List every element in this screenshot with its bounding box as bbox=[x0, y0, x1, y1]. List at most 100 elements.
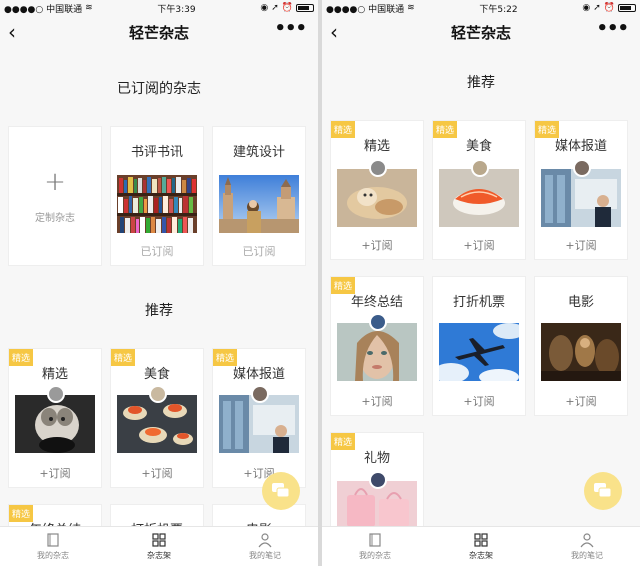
avatar bbox=[251, 385, 269, 403]
page-title: 轻芒杂志 bbox=[450, 23, 511, 42]
more-icon[interactable]: ••• bbox=[274, 18, 307, 39]
tab-label: 杂志架 bbox=[147, 551, 171, 560]
tab-label: 我的杂志 bbox=[359, 551, 391, 560]
tab-label: 我的杂志 bbox=[37, 551, 69, 560]
back-icon[interactable]: ‹ bbox=[8, 20, 16, 44]
magazine-card-movies[interactable]: 电影 +订阅 bbox=[534, 276, 628, 416]
avatar bbox=[369, 471, 387, 489]
chat-bubble-icon[interactable] bbox=[584, 472, 622, 510]
subscribe-button[interactable]: +订阅 bbox=[111, 465, 203, 481]
cat-image bbox=[337, 169, 417, 227]
magazine-card-book-review[interactable]: 书评书讯 已订阅 bbox=[110, 126, 204, 266]
card-title: 精选 bbox=[363, 139, 390, 154]
wifi-icon: ≋ bbox=[407, 3, 415, 13]
magazine-card-discount-flights[interactable]: 打折机票 +订阅 bbox=[432, 276, 526, 416]
avatar bbox=[369, 159, 387, 177]
subscribe-button[interactable]: +订阅 bbox=[535, 393, 627, 409]
carrier-label: ●●●●○ 中国联通 bbox=[4, 4, 83, 15]
grid-icon bbox=[152, 533, 166, 547]
magazine-card-food[interactable]: 精选 美食 +订阅 bbox=[432, 120, 526, 260]
card-title: 建筑设计 bbox=[232, 145, 285, 160]
avatar bbox=[149, 385, 167, 403]
magazine-card-year-summary[interactable]: 精选 年终总结 +订阅 bbox=[330, 276, 424, 416]
custom-magazine-label: 定制杂志 bbox=[35, 213, 75, 224]
architecture-image bbox=[219, 175, 299, 233]
alarm-icon: ⏰ bbox=[281, 3, 293, 13]
back-icon[interactable]: ‹ bbox=[330, 20, 338, 44]
bookshelf-image bbox=[117, 175, 197, 233]
food-image bbox=[117, 395, 197, 453]
status-time: 下午3:39 bbox=[157, 4, 196, 15]
battery-icon bbox=[618, 4, 636, 12]
magazine-card-featured[interactable]: 精选 精选 +订阅 bbox=[330, 120, 424, 260]
more-icon[interactable]: ••• bbox=[596, 18, 629, 39]
subscribe-button[interactable]: +订阅 bbox=[433, 237, 525, 253]
nav-bar: ‹ 轻芒杂志 ••• bbox=[322, 16, 640, 48]
carrier-label: ●●●●○ 中国联通 bbox=[326, 4, 405, 15]
left-phone-screen: ●●●●○ 中国联通 ≋ 下午3:39 ◉ ➚ ⏰ ‹ 轻芒杂志 ••• 已订阅… bbox=[0, 0, 318, 566]
card-title: 年终总结 bbox=[350, 295, 403, 310]
person-icon bbox=[258, 533, 272, 548]
alarm-icon: ⏰ bbox=[603, 3, 615, 13]
recommend-section-title: 推荐 bbox=[145, 303, 173, 319]
subscribe-button[interactable]: +订阅 bbox=[433, 393, 525, 409]
battery-icon bbox=[296, 4, 314, 12]
portrait-image bbox=[337, 323, 417, 381]
tab-my-notes[interactable]: 我的笔记 bbox=[212, 527, 318, 566]
magazine-card-gifts[interactable]: 精选 礼物 bbox=[330, 432, 424, 528]
magazine-card-featured[interactable]: 精选 精选 +订阅 bbox=[8, 348, 102, 488]
tab-my-notes[interactable]: 我的笔记 bbox=[534, 527, 640, 566]
subscribed-label: 已订阅 bbox=[140, 245, 174, 258]
plus-icon: + bbox=[44, 167, 66, 197]
wifi-icon: ≋ bbox=[85, 3, 93, 13]
avatar bbox=[573, 159, 591, 177]
custom-magazine-card[interactable]: + 定制杂志 bbox=[8, 126, 102, 266]
subscribed-label: 已订阅 bbox=[242, 245, 276, 258]
cat-image bbox=[15, 395, 95, 453]
subscribe-button[interactable]: +订阅 bbox=[9, 465, 101, 481]
card-title: 电影 bbox=[567, 295, 594, 310]
tab-label: 我的笔记 bbox=[249, 551, 281, 560]
lock-rotation-icon: ◉ bbox=[260, 3, 269, 13]
tab-my-magazines[interactable]: 我的杂志 bbox=[0, 527, 106, 566]
magazine-card-food[interactable]: 精选 美食 +订阅 bbox=[110, 348, 204, 488]
magazine-card-architecture[interactable]: 建筑设计 已订阅 bbox=[212, 126, 306, 266]
status-bar: ●●●●○ 中国联通 ≋ 下午5:22 ◉ ➚ ⏰ bbox=[322, 0, 640, 16]
status-bar: ●●●●○ 中国联通 ≋ 下午3:39 ◉ ➚ ⏰ bbox=[0, 0, 318, 16]
subscribe-button[interactable]: +订阅 bbox=[331, 393, 423, 409]
salmon-image bbox=[439, 169, 519, 227]
nav-bar: ‹ 轻芒杂志 ••• bbox=[0, 16, 318, 48]
tab-bar: 我的杂志 杂志架 我的笔记 bbox=[0, 526, 318, 566]
tab-label: 杂志架 bbox=[469, 551, 493, 560]
movie-still-image bbox=[541, 323, 621, 381]
tab-my-magazines[interactable]: 我的杂志 bbox=[322, 527, 428, 566]
right-phone-screen: ●●●●○ 中国联通 ≋ 下午5:22 ◉ ➚ ⏰ ‹ 轻芒杂志 ••• 推荐 … bbox=[322, 0, 640, 566]
tab-magazine-rack[interactable]: 杂志架 bbox=[106, 527, 212, 566]
magazine-icon bbox=[47, 533, 59, 547]
lock-rotation-icon: ◉ bbox=[582, 3, 591, 13]
card-title: 美食 bbox=[465, 139, 492, 154]
status-time: 下午5:22 bbox=[479, 4, 518, 15]
media-image bbox=[541, 169, 621, 227]
location-icon: ➚ bbox=[271, 3, 279, 13]
airplane-image bbox=[439, 323, 519, 381]
location-icon: ➚ bbox=[593, 3, 601, 13]
card-title: 精选 bbox=[41, 367, 68, 382]
card-title: 书评书讯 bbox=[130, 145, 183, 160]
magazine-card-media[interactable]: 精选 媒体报道 +订阅 bbox=[212, 348, 306, 488]
card-title: 媒体报道 bbox=[232, 367, 285, 382]
chat-bubble-icon[interactable] bbox=[262, 472, 300, 510]
subscribed-section-title: 已订阅的杂志 bbox=[117, 81, 201, 97]
media-image bbox=[219, 395, 299, 453]
person-icon bbox=[580, 533, 594, 548]
tab-bar: 我的杂志 杂志架 我的笔记 bbox=[322, 526, 640, 566]
avatar bbox=[47, 385, 65, 403]
magazine-card-media[interactable]: 精选 媒体报道 +订阅 bbox=[534, 120, 628, 260]
subscribe-button[interactable]: +订阅 bbox=[331, 237, 423, 253]
tab-magazine-rack[interactable]: 杂志架 bbox=[428, 527, 534, 566]
card-title: 打折机票 bbox=[452, 295, 505, 310]
page-title: 轻芒杂志 bbox=[128, 23, 189, 42]
avatar bbox=[471, 159, 489, 177]
subscribe-button[interactable]: +订阅 bbox=[535, 237, 627, 253]
magazine-icon bbox=[369, 533, 381, 547]
